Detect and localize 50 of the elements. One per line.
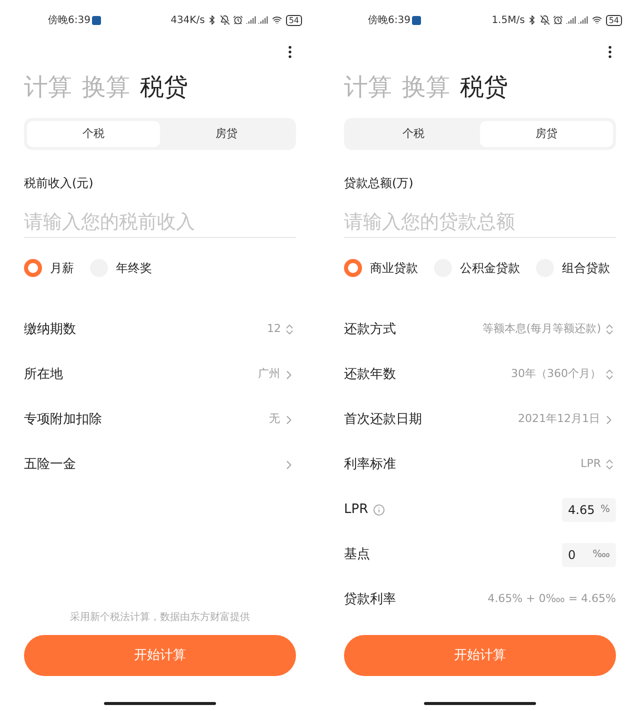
alarm-icon [232,15,243,25]
title-tab[interactable]: 税贷 [140,75,188,99]
segment-tab[interactable]: 个税 [347,121,480,147]
signal-icon [258,15,268,25]
battery-indicator: 54 [606,14,622,26]
input-field[interactable]: 请输入您的贷款总额 [344,206,616,238]
segment-tab[interactable]: 房贷 [160,121,293,147]
app-icon [92,16,102,24]
input-field[interactable]: 4.65 % [562,498,616,522]
field-label: 贷款总额(万) [344,175,414,192]
rate-result: 4.65% + 0‱ = 4.65% [488,591,616,608]
alarm-icon [552,15,563,25]
radio-option[interactable]: 组合贷款 [536,259,610,277]
row-label: 缴纳期数 [24,320,76,339]
radio-option[interactable]: 年终奖 [90,259,152,277]
row-label: LPR [344,500,368,519]
radio-option[interactable]: 月薪 [24,259,74,277]
app-icon [412,16,422,24]
row-label: 专项附加扣除 [24,410,102,429]
signal-icon [246,15,256,25]
row-label: 基点 [344,546,370,564]
wifi-icon [272,15,282,25]
row-label: 还款方式 [344,320,396,339]
segment-tab[interactable]: 房贷 [480,121,613,147]
battery-indicator: 54 [286,14,302,26]
input-field[interactable]: 请输入您的税前收入 [24,206,296,238]
mute-icon [220,15,230,25]
row-label: 所在地 [24,366,63,384]
field-label: 税前收入(元) [24,175,94,192]
status-time: 傍晚6:39 [48,14,90,28]
bluetooth-icon [206,15,217,25]
radio-option[interactable]: 商业贷款 [344,259,418,277]
bluetooth-icon [526,15,537,25]
input-field[interactable]: 0 ‱ [562,542,616,566]
network-speed: 434K/s [170,14,205,28]
wifi-icon [592,15,602,25]
signal-icon [566,15,576,25]
row-label: 贷款利率 [344,590,396,609]
segment-tab[interactable]: 个税 [27,121,160,147]
row-label: 首次还款日期 [344,410,422,429]
radio-option[interactable]: 公积金贷款 [434,259,520,277]
mute-icon [540,15,550,25]
status-time: 傍晚6:39 [368,14,410,28]
row-label: 还款年数 [344,366,396,384]
footer-note: 采用新个税法计算，数据由东方财富提供 [70,610,250,625]
title-tab[interactable]: 税贷 [460,75,508,99]
row-label: 利率标准 [344,456,396,474]
signal-icon [578,15,588,25]
row-label: 五险一金 [24,456,76,474]
network-speed: 1.5M/s [492,14,525,28]
